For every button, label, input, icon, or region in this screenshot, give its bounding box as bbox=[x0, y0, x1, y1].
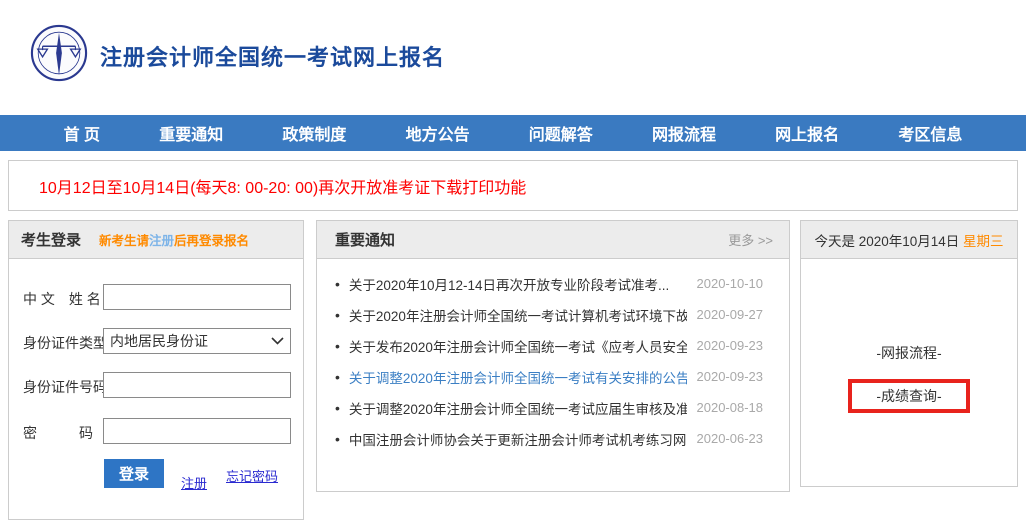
notice-title: 关于2020年注册会计师全国统一考试计算机考试环境下故障... bbox=[349, 305, 687, 325]
hint-prefix: 新考生请 bbox=[99, 234, 149, 248]
notice-item[interactable]: • 关于调整2020年注册会计师全国统一考试应届生审核及准考... 2020-0… bbox=[317, 392, 789, 423]
notices-title: 重要通知 bbox=[335, 229, 395, 250]
nav-item-faq[interactable]: 问题解答 bbox=[529, 121, 593, 145]
nav-item-online-registration[interactable]: 网上报名 bbox=[775, 121, 839, 145]
id-type-selected-value: 内地居民身份证 bbox=[110, 331, 208, 351]
notice-date: 2020-06-23 bbox=[697, 431, 764, 446]
new-candidate-hint: 新考生请注册后再登录报名 bbox=[99, 230, 249, 249]
notice-item[interactable]: • 关于2020年注册会计师全国统一考试计算机考试环境下故障... 2020-0… bbox=[317, 299, 789, 330]
nav-item-local-announcements[interactable]: 地方公告 bbox=[406, 121, 470, 145]
cicpa-logo bbox=[30, 24, 88, 82]
more-link[interactable]: 更多 >> bbox=[728, 230, 773, 249]
id-type-label: 身份证件类型 bbox=[23, 333, 107, 353]
login-title: 考生登录 bbox=[21, 229, 81, 250]
forgot-password-link[interactable]: 忘记密码 bbox=[226, 466, 278, 485]
chinese-name-input[interactable] bbox=[103, 284, 291, 310]
nav-item-policies[interactable]: 政策制度 bbox=[282, 121, 346, 145]
id-type-select[interactable]: 内地居民身份证 bbox=[103, 328, 291, 354]
score-query-highlight-box: -成绩查询- bbox=[848, 379, 969, 413]
notice-title: 中国注册会计师协会关于更新注册会计师考试机考练习网站的公... bbox=[349, 429, 687, 449]
notice-item[interactable]: • 关于2020年10月12-14日再次开放专业阶段考试准考... 2020-1… bbox=[317, 268, 789, 299]
nav-item-important-notices[interactable]: 重要通知 bbox=[159, 121, 223, 145]
nav-item-exam-area-info[interactable]: 考区信息 bbox=[898, 121, 962, 145]
notice-date: 2020-09-23 bbox=[697, 369, 764, 384]
panel-candidate-login: 考生登录 新考生请注册后再登录报名 中 文 姓 名 身份证件类型 内地居民身份证… bbox=[8, 220, 304, 520]
registration-process-link[interactable]: -网报流程- bbox=[876, 343, 941, 363]
notice-list: • 关于2020年10月12-14日再次开放专业阶段考试准考... 2020-1… bbox=[317, 259, 789, 454]
chinese-name-label: 中 文 姓 名 bbox=[23, 289, 101, 309]
panel-important-notices: 重要通知 更多 >> • 关于2020年10月12-14日再次开放专业阶段考试准… bbox=[316, 220, 790, 492]
alert-bar: 10月12日至10月14日(每天8: 00-20: 00)再次开放准考证下载打印… bbox=[8, 160, 1018, 211]
bullet-icon: • bbox=[335, 276, 340, 292]
notice-item-highlighted[interactable]: • 关于调整2020年注册会计师全国统一考试有关安排的公告 2020-09-23 bbox=[317, 361, 789, 392]
register-link[interactable]: 注册 bbox=[181, 473, 207, 492]
bullet-icon: • bbox=[335, 431, 340, 447]
panel-today-links: 今天是 2020年10月14日 星期三 -网报流程- -成绩查询- bbox=[800, 220, 1018, 487]
score-query-link[interactable]: -成绩查询- bbox=[876, 388, 941, 404]
password-input[interactable] bbox=[103, 418, 291, 444]
today-date-text: 今天是 2020年10月14日 bbox=[814, 230, 963, 250]
notice-title: 关于调整2020年注册会计师全国统一考试有关安排的公告 bbox=[349, 367, 687, 387]
notice-title: 关于调整2020年注册会计师全国统一考试应届生审核及准考... bbox=[349, 398, 687, 418]
bullet-icon: • bbox=[335, 338, 340, 354]
notice-item[interactable]: • 关于发布2020年注册会计师全国统一考试《应考人员安全承... 2020-0… bbox=[317, 330, 789, 361]
today-header: 今天是 2020年10月14日 星期三 bbox=[801, 221, 1017, 259]
bullet-icon: • bbox=[335, 307, 340, 323]
bullet-icon: • bbox=[335, 369, 340, 385]
scales-emblem-icon bbox=[30, 24, 88, 82]
alert-text: 10月12日至10月14日(每天8: 00-20: 00)再次开放准考证下载打印… bbox=[9, 174, 526, 198]
password-label: 密 码 bbox=[23, 423, 93, 443]
notices-panel-header: 重要通知 更多 >> bbox=[317, 221, 789, 259]
id-number-label: 身份证件号码 bbox=[23, 377, 107, 397]
chevron-down-icon bbox=[271, 337, 284, 345]
today-weekday: 星期三 bbox=[963, 230, 1004, 250]
notice-date: 2020-08-18 bbox=[697, 400, 764, 415]
nav-item-home[interactable]: 首 页 bbox=[64, 121, 100, 145]
id-number-input[interactable] bbox=[103, 372, 291, 398]
notice-date: 2020-09-27 bbox=[697, 307, 764, 322]
cpa-exam-registration-page: { "header": { "title": "注册会计师全国统一考试网上报名"… bbox=[0, 0, 1026, 495]
nav-bar: 首 页 重要通知 政策制度 地方公告 问题解答 网报流程 网上报名 考区信息 bbox=[0, 115, 1026, 151]
notice-date: 2020-09-23 bbox=[697, 338, 764, 353]
side-links: -网报流程- -成绩查询- bbox=[801, 259, 1017, 413]
notice-date: 2020-10-10 bbox=[697, 276, 764, 291]
bullet-icon: • bbox=[335, 400, 340, 416]
hint-suffix: 后再登录报名 bbox=[174, 234, 249, 248]
login-panel-header: 考生登录 新考生请注册后再登录报名 bbox=[9, 221, 303, 259]
nav-item-registration-process[interactable]: 网报流程 bbox=[652, 121, 716, 145]
login-button[interactable]: 登录 bbox=[104, 459, 164, 488]
notice-title: 关于2020年10月12-14日再次开放专业阶段考试准考... bbox=[349, 274, 687, 294]
notice-item[interactable]: • 中国注册会计师协会关于更新注册会计师考试机考练习网站的公... 2020-0… bbox=[317, 423, 789, 454]
page-title: 注册会计师全国统一考试网上报名 bbox=[100, 40, 445, 72]
notice-title: 关于发布2020年注册会计师全国统一考试《应考人员安全承... bbox=[349, 336, 687, 356]
hint-register-link[interactable]: 注册 bbox=[149, 234, 174, 248]
